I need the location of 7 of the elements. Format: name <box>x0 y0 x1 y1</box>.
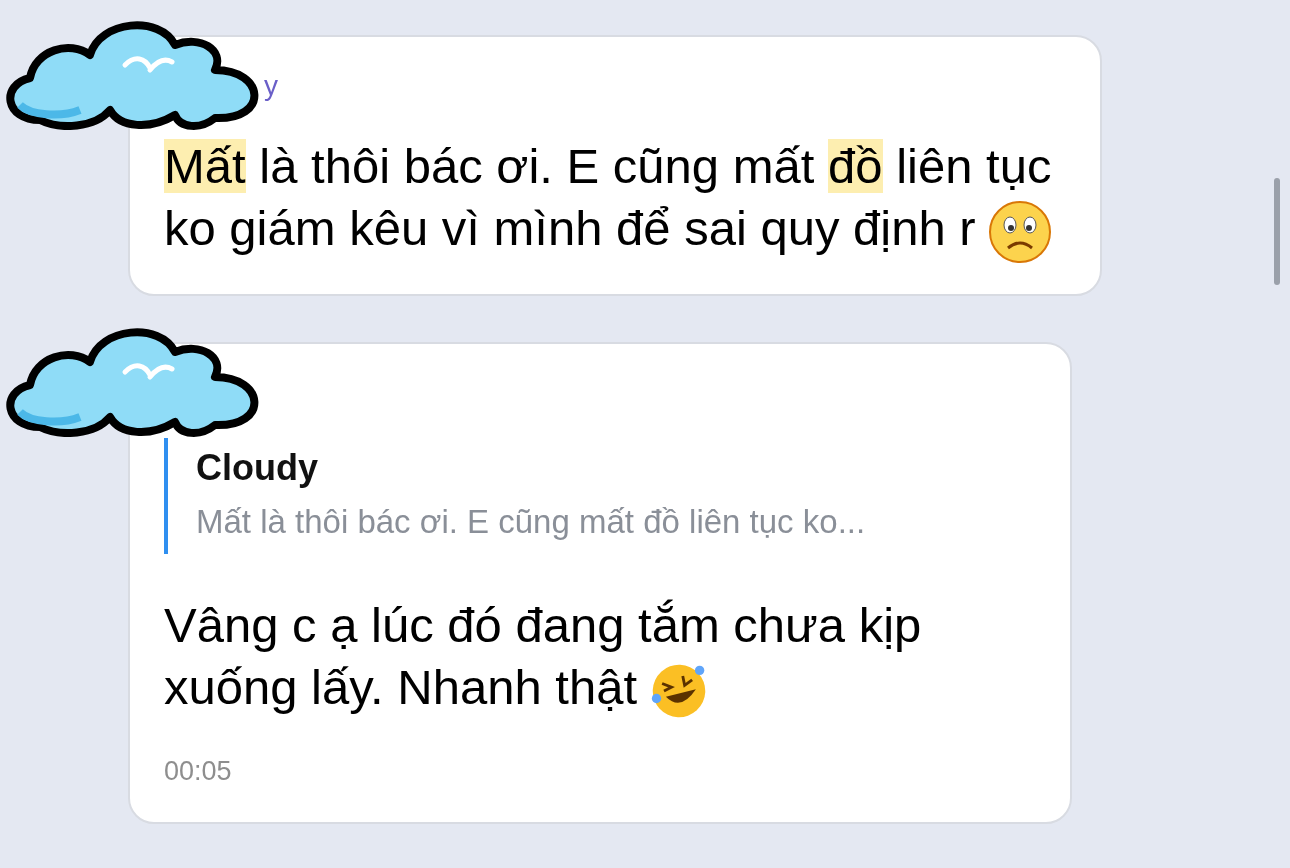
message-text: Vâng c ạ lúc đó đang tắm chưa kịp xuống lấy. Nhanh thật <box>164 594 964 722</box>
frowning-face-icon <box>987 200 1052 265</box>
quoted-preview: Mất là thôi bác ơi. E cũng mất đồ liên tục ko... <box>196 502 867 543</box>
sender-name: y <box>264 70 278 101</box>
quoted-author: Cloudy <box>196 446 319 491</box>
message-text: Mất là thôi bác ơi. E cũng mất đồ liên tục ko giám kêu vì mình để sai quy định r <box>164 135 1064 265</box>
message-time: 00:05 <box>164 755 233 789</box>
